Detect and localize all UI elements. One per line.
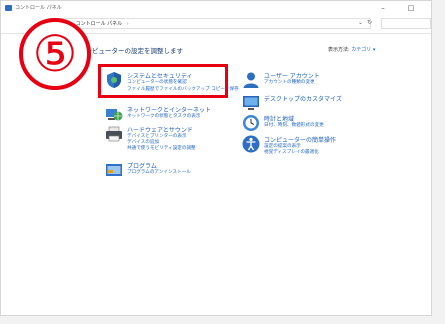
category-network: ネットワークとインターネット ネットワークの状態とタスクの表示 — [105, 105, 225, 123]
refresh-icon[interactable]: ↻ — [367, 19, 372, 26]
view-by[interactable]: 表示方法: カテゴリ ▾ — [328, 46, 375, 53]
breadcrumb-control-panel[interactable]: コントロール パネル — [76, 21, 123, 27]
link-network-status[interactable]: ネットワークの状態とタスクの表示 — [127, 113, 201, 119]
link-optimize-display[interactable]: 視覚ディスプレイの最適化 — [264, 149, 319, 155]
category-appearance: デスクトップのカスタマイズ — [242, 94, 372, 110]
link-uninstall-program[interactable]: プログラムのアンインストール — [127, 169, 191, 175]
page-title: コンピューターの設定を調整します — [79, 47, 183, 55]
globe-network-icon — [106, 109, 123, 121]
control-panel-window: コントロール パネル – □ › コントロール パネル › ⌄ ↻ ⑤ コンピュ… — [0, 0, 432, 316]
category-title-appearance[interactable]: デスクトップのカスタマイズ — [264, 94, 342, 103]
programs-icon — [106, 164, 122, 176]
window-title: コントロール パネル — [15, 5, 62, 11]
clock-globe-icon — [243, 115, 259, 131]
view-by-label: 表示方法: — [328, 47, 350, 53]
link-date-time-format[interactable]: 日付、時刻、数値形式の変更 — [264, 122, 324, 128]
accessibility-icon — [242, 135, 260, 153]
category-programs: プログラム プログラムのアンインストール — [105, 161, 225, 179]
title-bar: コントロール パネル – □ — [1, 1, 431, 15]
address-dropdown-icon[interactable]: ⌄ — [358, 19, 363, 26]
monitor-icon — [243, 96, 259, 110]
step-number-badge: ⑤ — [19, 18, 91, 90]
category-user-accounts: ユーザー アカウント アカウントの種類の変更 — [242, 71, 372, 89]
maximize-button[interactable]: □ — [401, 1, 421, 15]
control-panel-icon — [5, 5, 12, 11]
highlight-box — [98, 64, 228, 98]
user-icon — [243, 72, 259, 88]
breadcrumb-chevron-icon: › — [126, 21, 129, 27]
category-hardware: ハードウェアとサウンド デバイスとプリンターの表示 デバイスの追加 共通で使うモ… — [105, 125, 225, 157]
link-mobility-settings[interactable]: 共通で使うモビリティ設定の調整 — [127, 145, 196, 151]
link-change-account-type[interactable]: アカウントの種類の変更 — [264, 79, 315, 85]
search-input[interactable] — [381, 18, 431, 29]
category-clock-region: 時計と地域 日付、時刻、数値形式の変更 — [242, 114, 372, 132]
view-by-dropdown[interactable]: カテゴリ ▾ — [351, 47, 375, 53]
minimize-button[interactable]: – — [373, 1, 393, 15]
category-ease-of-access: コンピューターの簡単操作 設定の提案の表示 視覚ディスプレイの最適化 — [242, 135, 372, 159]
address-field[interactable]: › コントロール パネル › — [61, 18, 371, 29]
printer-icon — [106, 126, 122, 142]
